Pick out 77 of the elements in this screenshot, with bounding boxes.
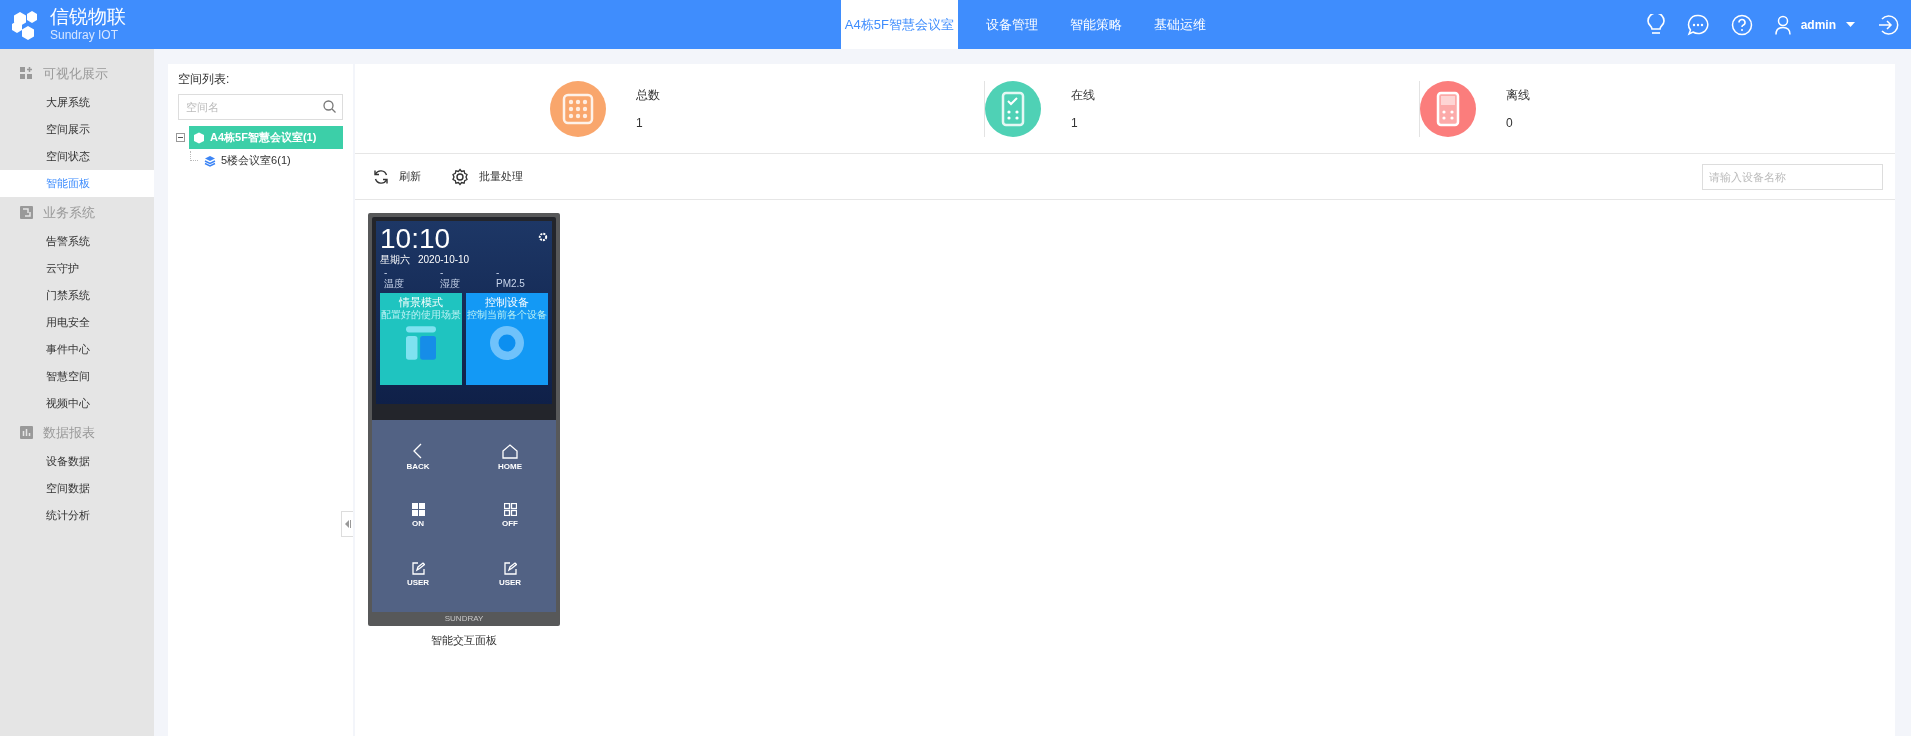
collapse-handle[interactable] [341, 511, 353, 537]
settings-icon [451, 167, 469, 186]
edit-icon [503, 562, 517, 576]
space-search-field[interactable]: 空间名 [178, 94, 343, 120]
reading-label: PM2.5 [496, 278, 525, 289]
panel-key[interactable]: USER [372, 545, 464, 604]
sidebar-item[interactable]: 用电安全 [0, 309, 154, 336]
bar-chart-icon [20, 426, 33, 439]
stat-value: 1 [636, 114, 644, 132]
caret-down-icon[interactable] [1846, 22, 1855, 27]
device-name[interactable]: 智能交互面板 [431, 632, 497, 649]
sidebar-item[interactable]: 云守护 [0, 255, 154, 282]
logo-subtitle: Sundray IOT [50, 28, 120, 43]
sidebar-item[interactable]: 空间状态 [0, 143, 154, 170]
reading-label: 温度 [384, 278, 404, 289]
lightbulb-icon [1646, 13, 1665, 36]
sidebar-item[interactable]: 统计分析 [0, 502, 154, 529]
sidebar-item[interactable]: 空间展示 [0, 116, 154, 143]
grid-icon [411, 503, 425, 517]
logo-title: 信锐物联 [50, 6, 126, 28]
settings-icon [538, 232, 548, 242]
layers-icon [204, 154, 216, 167]
logout-icon[interactable] [1877, 13, 1899, 36]
weekday: 星期六 [380, 254, 410, 266]
sidebar-item[interactable]: 大屏系统 [0, 89, 154, 116]
reading-value: - [440, 267, 444, 278]
grid-icon [20, 67, 33, 80]
stat-value: 1 [1071, 114, 1079, 132]
date: 2020-10-10 [418, 254, 470, 266]
sidebar-item[interactable]: 智慧空间 [0, 363, 154, 390]
search-icon[interactable] [323, 100, 336, 113]
collapse-toggle-icon[interactable] [176, 133, 185, 142]
tile-subtitle: 控制当前各个设备 [467, 309, 547, 320]
space-list-title: 空间列表: [178, 71, 231, 88]
panel-key[interactable]: BACK [372, 428, 464, 487]
panel-key[interactable]: OFF [464, 486, 556, 546]
panel-key[interactable]: HOME [464, 428, 556, 487]
tile-subtitle: 配置好的使用场景 [381, 309, 461, 320]
layout-icon [406, 326, 436, 360]
sidebar-item[interactable]: 告警系统 [0, 228, 154, 255]
sidebar-item[interactable]: 设备数据 [0, 448, 154, 475]
sidebar-group-title: 数据报表 [43, 423, 95, 442]
sidebar-group-title: 业务系统 [43, 203, 95, 222]
batch-button[interactable]: 批量处理 [451, 167, 523, 186]
refresh-icon [373, 168, 389, 185]
help-icon [1730, 13, 1753, 36]
sidebar-item[interactable]: 空间数据 [0, 475, 154, 502]
refresh-button[interactable]: 刷新 [373, 168, 421, 185]
device-panel[interactable]: 10:10 星期六 2020-10-10 - 温度 - 湿度 - PM2.5 情景模式 配置好的使用场景 控制设备 控制当前各个设备 BACK HOME ON OFF USER USER SUNDRAY [368, 213, 560, 626]
tile-title: 控制设备 [485, 295, 529, 309]
direction-pad-icon [490, 326, 524, 360]
sidebar-item[interactable]: 视频中心 [0, 390, 154, 417]
chat-icon [1686, 13, 1709, 36]
reading-value: - [496, 267, 500, 278]
tree-item[interactable]: 5楼会议室6(1) [200, 150, 295, 171]
home-icon [502, 443, 518, 459]
reading-value: - [384, 267, 388, 278]
panel-key[interactable]: ON [372, 486, 464, 546]
tile-title: 情景模式 [399, 295, 443, 309]
sidebar-item[interactable]: 事件中心 [0, 336, 154, 363]
panel-key[interactable]: USER [464, 545, 556, 604]
stat-label: 在线 [1071, 86, 1095, 104]
brand-label: SUNDRAY [443, 613, 485, 625]
user-icon [1774, 14, 1791, 35]
edit-icon [411, 562, 425, 576]
reading-label: 湿度 [440, 278, 460, 289]
stat-label: 总数 [636, 86, 660, 104]
stat-value: 0 [1506, 114, 1514, 132]
sidebar-group-title: 可视化展示 [43, 64, 108, 83]
stat-label: 离线 [1506, 86, 1530, 104]
grid-outline-icon [503, 503, 517, 517]
cube-icon [193, 131, 205, 144]
device-search-field[interactable]: 请输入设备名称 [1702, 163, 1883, 190]
blocks-icon [20, 206, 33, 219]
sidebar-item[interactable]: 门禁系统 [0, 282, 154, 309]
collapse-left-icon [344, 520, 351, 528]
clock-time: 10:10 [380, 224, 451, 254]
